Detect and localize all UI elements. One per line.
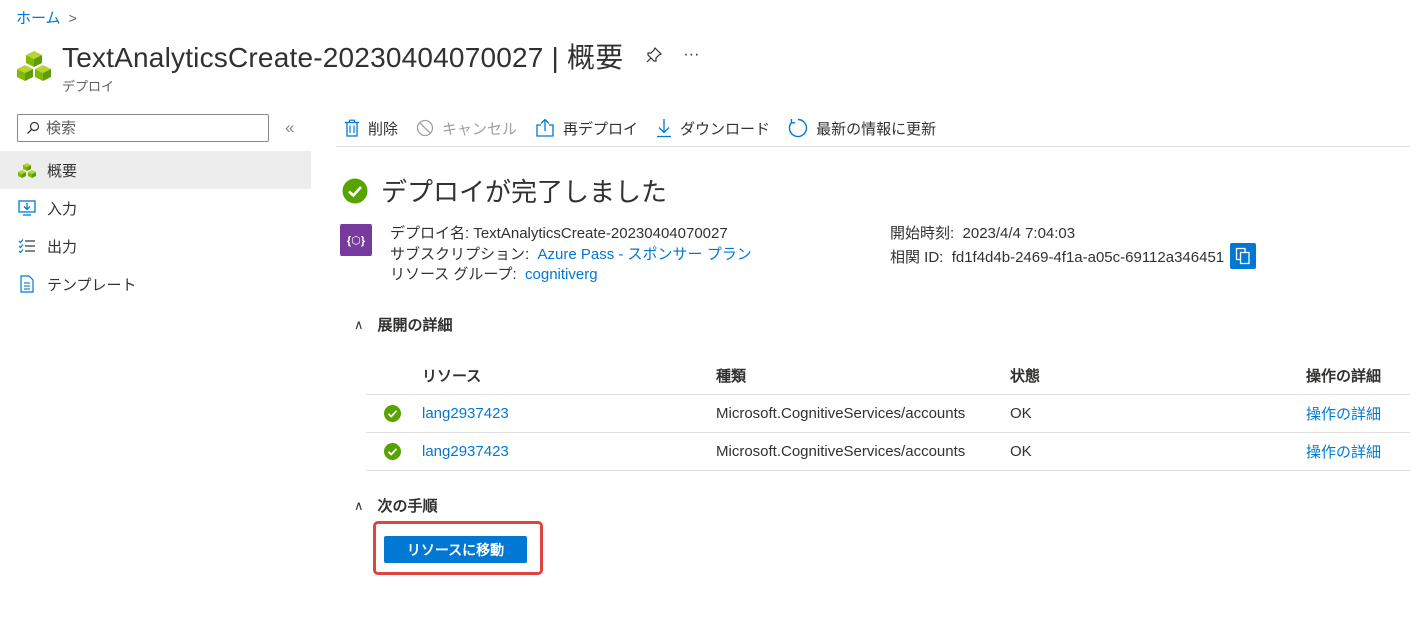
operation-details-link[interactable]: 操作の詳細 [1306,406,1381,423]
resource-group-icon: {⬡} [340,224,372,256]
go-to-resource-button[interactable]: リソースに移動 [384,536,527,563]
breadcrumb-home-link[interactable]: ホーム [16,7,61,28]
sidebar-item-label: 入力 [47,200,78,218]
sidebar-search[interactable] [17,114,269,142]
chevron-up-icon: ∧ [354,316,364,332]
sidebar-item-label: テンプレート [47,276,137,294]
cancel-button[interactable]: キャンセル [416,118,517,139]
table-header: リソース 種類 状態 操作の詳細 [366,356,1410,395]
start-time-label: 開始時刻: [890,225,955,242]
breadcrumb: ホーム > [16,7,77,28]
resource-state: OK [1010,405,1032,422]
success-check-icon [384,443,401,460]
overview-icon [17,160,37,180]
deployment-details-toggle[interactable]: ∧ 展開の詳細 [354,314,453,335]
redeploy-label: 再デプロイ [563,120,639,138]
download-button[interactable]: ダウンロード [656,118,770,139]
refresh-icon [788,118,808,138]
delete-label: 削除 [368,120,399,138]
command-bar: 削除 キャンセル 再デプロイ ダウンロード 最新の情報に更新 [336,110,1410,147]
cancel-icon [416,119,434,137]
operation-details-link[interactable]: 操作の詳細 [1306,444,1381,461]
resource-group-link[interactable]: cognitiverg [525,266,598,283]
table-row: lang2937423 Microsoft.CognitiveServices/… [366,395,1410,433]
breadcrumb-separator: > [68,9,77,26]
copy-button[interactable] [1230,242,1257,269]
output-icon [17,236,37,256]
search-icon [27,121,40,134]
download-icon [657,119,672,138]
resource-state: OK [1010,443,1032,460]
column-state: 状態 [1010,367,1041,385]
delete-button[interactable]: 削除 [344,118,398,139]
page-subtitle: デプロイ [62,79,115,94]
deployment-name-value: TextAnalyticsCreate-20230404070027 [473,225,728,242]
column-type: 種類 [716,367,747,385]
page-title: TextAnalyticsCreate-20230404070027 | 概要 [62,42,624,73]
download-label: ダウンロード [680,120,771,138]
next-steps-heading: 次の手順 [377,498,438,515]
resource-link[interactable]: lang2937423 [422,405,509,422]
sidebar-item-overview[interactable]: 概要 [0,151,311,189]
redeploy-button[interactable]: 再デプロイ [535,118,638,139]
success-check-icon [342,178,368,203]
correlation-id-value: fd1f4d4b-2469-4f1a-a05c-69112a346451 [951,248,1225,266]
sidebar-nav: 概要 入力 出力 テンプレート [0,151,311,303]
search-input[interactable] [46,119,246,137]
trash-icon [345,119,359,137]
table-row: lang2937423 Microsoft.CognitiveServices/… [366,433,1410,471]
sidebar-item-template[interactable]: テンプレート [0,265,311,303]
deployment-name-label: デプロイ名: [390,225,470,242]
sidebar-item-input[interactable]: 入力 [0,189,311,227]
start-time-value: 2023/4/4 7:04:03 [962,225,1076,242]
more-options-button[interactable]: ··· [683,46,699,64]
page-header: TextAnalyticsCreate-20230404070027 | 概要 … [16,40,699,95]
sidebar-item-label: 出力 [47,238,78,256]
refresh-label: 最新の情報に更新 [816,120,937,138]
column-resource: リソース [422,367,482,385]
resource-link[interactable]: lang2937423 [422,443,509,460]
resource-type: Microsoft.CognitiveServices/accounts [716,405,966,422]
refresh-button[interactable]: 最新の情報に更新 [788,118,936,139]
correlation-id-label: 相関 ID: [890,248,944,266]
subscription-link[interactable]: Azure Pass - スポンサー プラン [538,246,752,263]
pin-icon[interactable] [645,46,663,64]
upload-icon [536,118,554,137]
sidebar-item-output[interactable]: 出力 [0,227,311,265]
collapse-sidebar-button[interactable]: « [285,118,294,138]
resource-group-label: リソース グループ: [390,266,517,283]
deployment-cubes-icon [17,51,51,81]
sidebar-item-label: 概要 [47,162,78,180]
deployment-details-heading: 展開の詳細 [377,317,453,334]
deployment-info: {⬡} デプロイ名: TextAnalyticsCreate-202304040… [340,224,1257,286]
main-content: 削除 キャンセル 再デプロイ ダウンロード 最新の情報に更新 デプロイが完了しま… [336,110,1410,575]
resources-table: リソース 種類 状態 操作の詳細 lang2937423 Microsoft.C… [366,356,1410,471]
deployment-status: デプロイが完了しました [342,172,667,209]
chevron-up-icon: ∧ [354,497,364,513]
success-check-icon [384,405,401,422]
subscription-label: サブスクリプション: [390,245,530,263]
column-operation-details: 操作の詳細 [1306,367,1382,385]
next-steps-toggle[interactable]: ∧ 次の手順 [354,495,438,516]
resource-type: Microsoft.CognitiveServices/accounts [716,443,966,460]
cancel-label: キャンセル [442,120,518,138]
template-icon [17,274,37,294]
copy-icon [1236,247,1250,264]
input-icon [17,198,37,218]
status-title: デプロイが完了しました [381,177,668,207]
